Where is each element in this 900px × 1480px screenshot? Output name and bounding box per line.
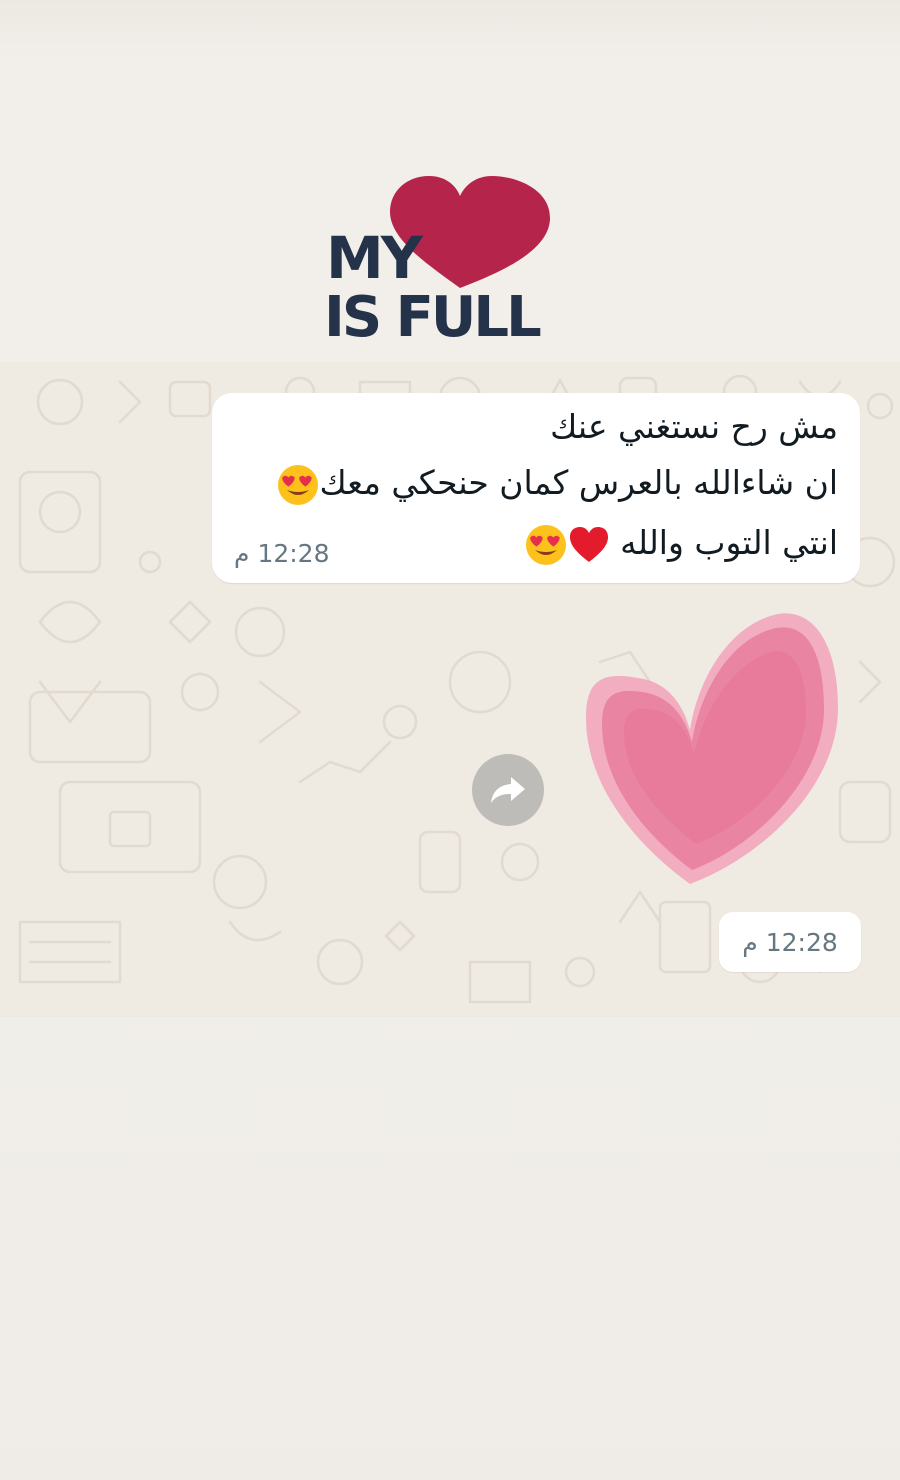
message-line-1: مش رح نستغني عنك (550, 407, 838, 446)
my-heart-is-full-sticker[interactable]: MY IS FULL (318, 170, 588, 350)
message-line-2-text: ان شاءالله بالعرس كمان حنحكي معك (319, 463, 839, 502)
sticker-timestamp: 12:28 م (719, 912, 861, 972)
red-heart-emoji (569, 526, 608, 562)
sticker-text-is-full: IS FULL (324, 285, 541, 350)
message-line-3-text: انتي التوب والله (620, 523, 838, 562)
message-line-2: ان شاءالله بالعرس كمان حنحكي معك (276, 461, 839, 507)
message-line-3: انتي التوب والله (524, 521, 838, 567)
heart-eyes-emoji (525, 524, 566, 565)
forward-arrow-icon (491, 777, 525, 803)
incoming-message-bubble[interactable]: مش رح نستغني عنك ان شاءالله بالعرس كمان … (212, 393, 860, 583)
pink-heart-sticker[interactable] (580, 608, 842, 890)
forward-button[interactable] (472, 754, 544, 826)
sticker-text-my: MY (326, 224, 424, 292)
message-timestamp: 12:28 م (234, 539, 330, 568)
heart-eyes-emoji (277, 464, 318, 505)
